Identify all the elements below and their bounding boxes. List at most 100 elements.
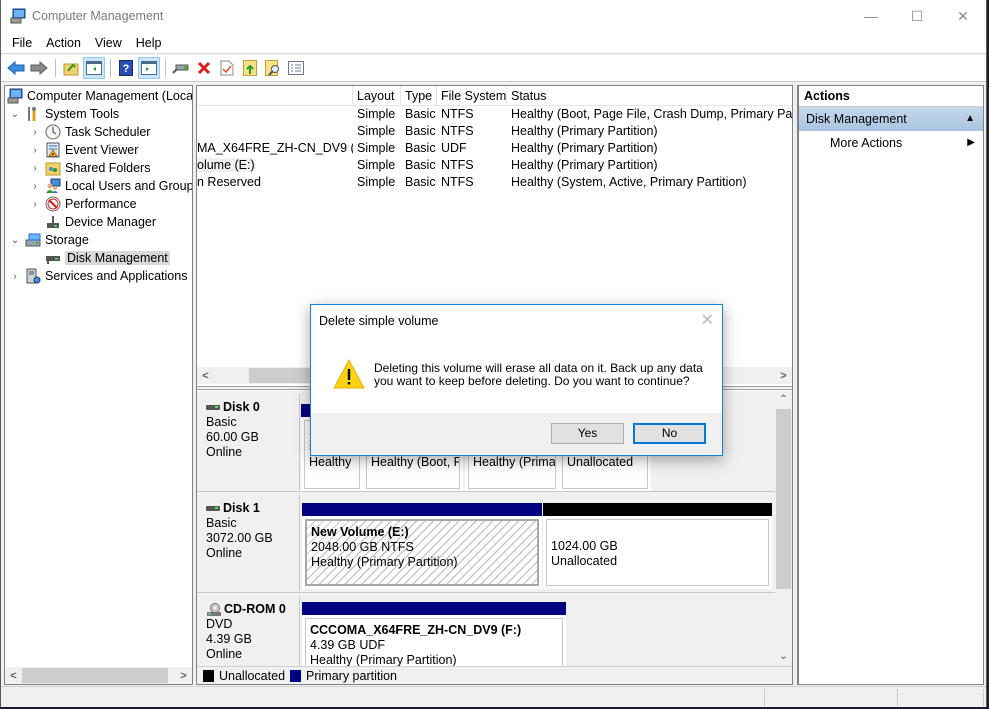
yes-button[interactable]: Yes [551, 423, 624, 444]
menu-help[interactable]: Help [129, 36, 169, 50]
show-hide-action-pane-button[interactable] [138, 57, 160, 79]
disk-view-vertical-scrollbar[interactable]: ⌃ ⌄ [775, 391, 792, 667]
tree-item-event-viewer[interactable]: › Event Viewer [29, 141, 138, 159]
column-status[interactable]: Status [507, 86, 792, 106]
connect-button[interactable] [170, 57, 192, 79]
column-volume[interactable] [197, 86, 353, 106]
minimize-button[interactable]: — [848, 0, 894, 32]
actions-header: Actions [799, 86, 983, 107]
disk-name: CD-ROM 0 [224, 602, 286, 616]
disk-row-disk-1: Disk 1 Basic 3072.00 GB Online New Volum… [197, 495, 777, 591]
volume-row[interactable]: n Reserved Simple Basic NTFS Healthy (Sy… [197, 174, 792, 191]
volume-status: Healthy (Primary Partition) [511, 141, 658, 155]
scroll-left-icon[interactable]: < [197, 370, 214, 382]
scrollbar-thumb[interactable] [22, 668, 168, 683]
show-hide-console-tree-button[interactable] [83, 57, 105, 79]
dialog-close-button[interactable]: ✕ [701, 310, 714, 330]
status-segment [1, 689, 765, 706]
export-list-button[interactable] [239, 57, 261, 79]
partition-cdrom-f[interactable]: CCCOMA_X64FRE_ZH-CN_DV9 (F:) 4.39 GB UDF… [302, 602, 566, 667]
back-button[interactable] [5, 57, 27, 79]
tree-item-computer-management[interactable]: Computer Management (Local [7, 87, 193, 105]
volume-layout: Simple [357, 124, 396, 138]
partition-label: CCCOMA_X64FRE_ZH-CN_DV9 (F:) [310, 623, 522, 637]
scroll-up-icon[interactable]: ⌃ [775, 391, 792, 408]
tree-item-storage[interactable]: ⌄ Storage [9, 231, 89, 249]
partition-status: Unallocated [551, 554, 618, 568]
close-button[interactable]: ✕ [940, 0, 986, 32]
scroll-down-icon[interactable]: ⌄ [775, 648, 792, 665]
action-pane-icon [141, 61, 157, 75]
chevron-right-icon[interactable]: › [29, 181, 41, 192]
tree-horizontal-scrollbar[interactable]: < > [5, 667, 192, 684]
view-list-button[interactable] [285, 57, 307, 79]
chevron-down-icon[interactable]: ⌄ [9, 109, 21, 120]
properties-button[interactable] [216, 57, 238, 79]
actions-section-disk-management[interactable]: Disk Management ▲ [799, 107, 983, 131]
volume-status: Healthy (Boot, Page File, Crash Dump, Pr… [511, 107, 792, 121]
disk-name: Disk 1 [223, 501, 260, 515]
chevron-right-icon[interactable]: › [9, 271, 21, 282]
volume-row[interactable]: olume (E:) Simple Basic NTFS Healthy (Pr… [197, 157, 792, 174]
services-icon [25, 268, 41, 284]
disk-info[interactable]: Disk 0 Basic 60.00 GB Online [197, 394, 300, 490]
tree-item-shared-folders[interactable]: › Shared Folders [29, 159, 150, 177]
chevron-right-icon[interactable]: › [29, 127, 41, 138]
no-button[interactable]: No [633, 423, 706, 444]
volume-row[interactable]: Simple Basic NTFS Healthy (Primary Parti… [197, 123, 792, 140]
menu-view[interactable]: View [88, 36, 129, 50]
search-icon [265, 60, 279, 76]
tree-item-local-users-and-groups[interactable]: › Local Users and Groups [29, 177, 192, 195]
disk-state: Online [206, 445, 243, 459]
collapse-up-icon[interactable]: ▲ [965, 107, 975, 131]
delete-button[interactable] [193, 57, 215, 79]
up-one-level-button[interactable] [60, 57, 82, 79]
partition-new-volume-e[interactable]: New Volume (E:) 2048.00 GB NTFS Healthy … [302, 503, 542, 589]
scroll-right-icon[interactable]: > [775, 370, 792, 382]
tree-item-device-manager[interactable]: Device Manager [45, 213, 156, 231]
tree-item-disk-management[interactable]: Disk Management [45, 249, 170, 267]
scroll-right-icon[interactable]: > [175, 670, 192, 682]
column-layout[interactable]: Layout [353, 86, 401, 106]
maximize-button[interactable]: ☐ [894, 0, 940, 32]
action-more-actions[interactable]: More Actions ▶ [799, 131, 983, 155]
chevron-right-icon[interactable]: › [29, 145, 41, 156]
chevron-right-icon[interactable]: › [29, 163, 41, 174]
legend-swatch [290, 669, 302, 682]
volume-status: Healthy (Primary Partition) [511, 158, 658, 172]
volume-row[interactable]: Simple Basic NTFS Healthy (Boot, Page Fi… [197, 106, 792, 123]
scroll-left-icon[interactable]: < [5, 670, 22, 682]
chevron-right-icon[interactable]: › [29, 199, 41, 210]
svg-text:?: ? [123, 63, 130, 75]
volume-layout: Simple [357, 107, 396, 121]
tree-item-task-scheduler[interactable]: › Task Scheduler [29, 123, 150, 141]
help-button[interactable]: ? [115, 57, 137, 79]
menu-file[interactable]: File [5, 36, 39, 50]
partition-status: Healthy (Boot, P [371, 455, 460, 469]
volume-row[interactable]: MA_X64FRE_ZH-CN_DV9 (F:) Simple Basic UD… [197, 140, 792, 157]
tree-item-system-tools[interactable]: ⌄ System Tools [9, 105, 119, 123]
disk-info[interactable]: Disk 1 Basic 3072.00 GB Online [197, 495, 300, 591]
partition-unallocated[interactable]: 1024.00 GB Unallocated [543, 503, 772, 589]
column-type[interactable]: Type [401, 86, 437, 106]
disk-info[interactable]: CD-ROM 0 DVD 4.39 GB Online [197, 596, 300, 667]
tree-item-services-and-applications[interactable]: › Services and Applications [9, 267, 187, 285]
tree-item-label: Computer Management (Local [27, 89, 193, 103]
up-folder-icon [63, 63, 79, 76]
tree-item-performance[interactable]: › Performance [29, 195, 137, 213]
actions-section-label: Disk Management [806, 112, 907, 126]
column-file-system[interactable]: File System [437, 86, 507, 106]
scrollbar-thumb[interactable] [776, 409, 791, 589]
find-button[interactable] [262, 57, 284, 79]
tree-item-label: Disk Management [65, 251, 170, 265]
menu-action[interactable]: Action [39, 36, 88, 50]
help-icon: ? [119, 60, 133, 76]
legend-swatch [203, 669, 214, 682]
disk-row-separator [197, 592, 777, 593]
volume-layout: Simple [357, 175, 396, 189]
tree-item-label: System Tools [45, 107, 120, 121]
disk-size: 60.00 GB [206, 430, 259, 444]
chevron-down-icon[interactable]: ⌄ [9, 235, 21, 246]
forward-button[interactable] [28, 57, 50, 79]
toolbar: ? [1, 55, 986, 82]
